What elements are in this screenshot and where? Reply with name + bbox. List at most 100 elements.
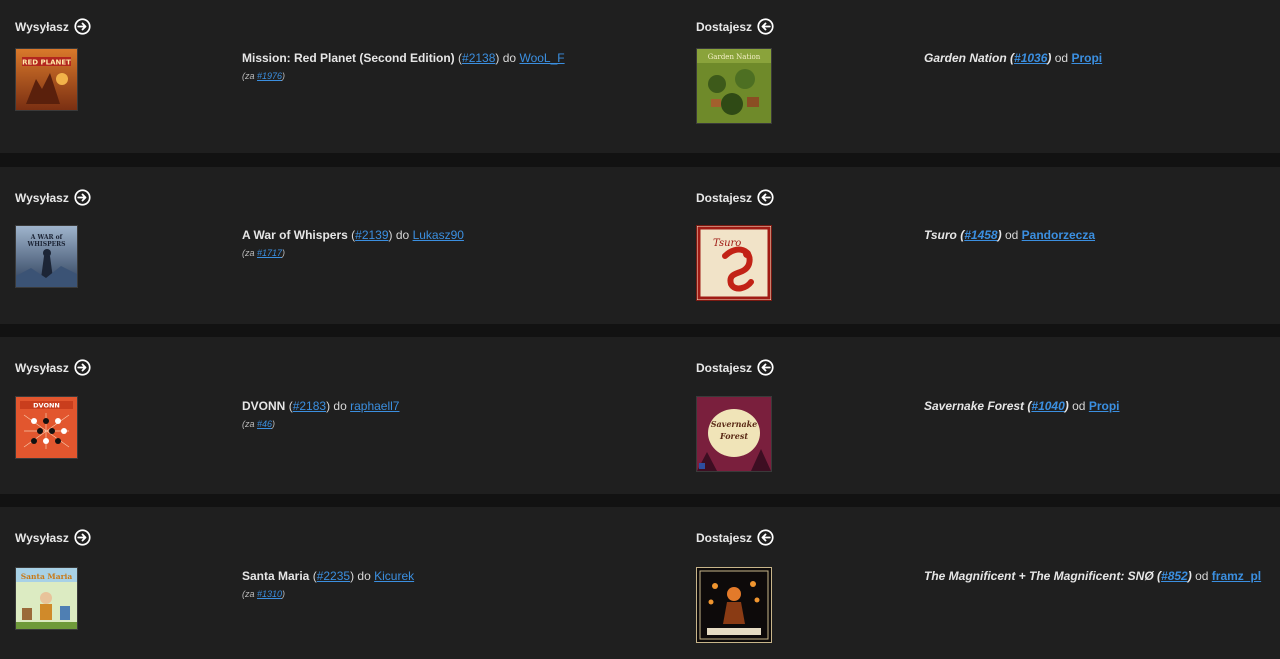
receive-section: Dostajesz Savernake Forest Savernake Fore… [681, 337, 1280, 494]
game-id-link[interactable]: #852 [1161, 569, 1188, 583]
send-section: Wysyłasz DVONN DVONN (#2183) do raphaell… [0, 337, 681, 494]
send-info: DVONN (#2183) do raphaell7 (za #46) [242, 398, 399, 432]
arrow-right-circle-icon [74, 529, 91, 546]
game-cover-image[interactable]: Garden Nation [696, 48, 772, 124]
arrow-right-circle-icon [74, 189, 91, 206]
game-cover-image[interactable]: Santa Maria [15, 567, 78, 630]
receive-header: Dostajesz [696, 189, 774, 206]
arrow-left-circle-icon [757, 189, 774, 206]
game-cover-image[interactable]: DVONN [15, 396, 78, 459]
to-label: do [357, 569, 371, 583]
send-label: Wysyłasz [15, 190, 69, 205]
svg-text:WHISPERS: WHISPERS [27, 241, 66, 248]
za-link[interactable]: #1976 [257, 71, 282, 81]
svg-text:A WAR of: A WAR of [30, 234, 63, 241]
za-link[interactable]: #46 [257, 419, 272, 429]
from-label: od [1195, 569, 1209, 583]
receive-section: Dostajesz The Magnificent + The Magnific… [681, 507, 1280, 659]
game-title: Santa Maria [242, 569, 310, 583]
send-label: Wysyłasz [15, 360, 69, 375]
za-link[interactable]: #1717 [257, 248, 282, 258]
send-label: Wysyłasz [15, 19, 69, 34]
user-link[interactable]: Propi [1071, 51, 1102, 65]
trade-row: Wysyłasz Santa Maria Santa Maria (#2235)… [0, 507, 1280, 659]
send-label: Wysyłasz [15, 530, 69, 545]
from-label: od [1072, 399, 1086, 413]
game-id-link[interactable]: #2235 [317, 569, 350, 583]
game-title: Garden Nation [924, 51, 1007, 65]
receive-header: Dostajesz [696, 529, 774, 546]
za-link[interactable]: #1310 [257, 589, 282, 599]
game-cover-image[interactable]: RED PLANET [15, 48, 78, 111]
receive-section: Dostajesz Tsuro Tsuro (#1458) od Pandorz… [681, 167, 1280, 324]
send-info: A War of Whispers (#2139) do Lukasz90 (z… [242, 227, 464, 261]
game-title: Mission: Red Planet (Second Edition) [242, 51, 455, 65]
arrow-left-circle-icon [757, 359, 774, 376]
user-link[interactable]: Lukasz90 [413, 228, 464, 242]
svg-text:Garden Nation: Garden Nation [708, 53, 761, 61]
trade-row: Wysyłasz RED PLANET Mission: Red Planet … [0, 0, 1280, 153]
game-id-link[interactable]: #1036 [1014, 51, 1047, 65]
svg-text:Forest: Forest [719, 431, 748, 441]
receive-label: Dostajesz [696, 190, 753, 205]
game-title: The Magnificent + The Magnificent: SNØ [924, 569, 1154, 583]
user-link[interactable]: framz_pl [1212, 569, 1261, 583]
receive-info: Savernake Forest (#1040) od Propi [924, 399, 1120, 413]
receive-info: The Magnificent + The Magnificent: SNØ (… [924, 569, 1262, 583]
receive-header: Dostajesz [696, 18, 774, 35]
arrow-left-circle-icon [757, 529, 774, 546]
receive-info: Tsuro (#1458) od Pandorzecza [924, 228, 1096, 242]
game-id-link[interactable]: #1458 [964, 228, 997, 242]
user-link[interactable]: Pandorzecza [1022, 228, 1095, 242]
user-link[interactable]: Kicurek [374, 569, 414, 583]
from-label: od [1054, 51, 1069, 65]
to-label: do [333, 399, 347, 413]
game-title: Savernake Forest [924, 399, 1025, 413]
arrow-right-circle-icon [74, 359, 91, 376]
trade-list: Wysyłasz RED PLANET Mission: Red Planet … [0, 0, 1280, 659]
game-cover-image[interactable]: Tsuro [696, 225, 772, 301]
trade-row: Wysyłasz DVONN DVONN (#2183) do raphaell… [0, 337, 1280, 494]
za-note: (za #1310) [242, 589, 286, 599]
game-id-link[interactable]: #2183 [293, 399, 326, 413]
receive-header: Dostajesz [696, 359, 774, 376]
svg-text:Santa Maria: Santa Maria [21, 572, 73, 581]
to-label: do [502, 51, 517, 65]
game-id-link[interactable]: #2139 [355, 228, 388, 242]
za-note: (za #1717) [242, 248, 286, 258]
receive-info: Garden Nation (#1036) od Propi [924, 51, 1103, 65]
receive-label: Dostajesz [696, 530, 753, 545]
game-cover-image[interactable]: A WAR of WHISPERS [15, 225, 78, 288]
user-link[interactable]: Propi [1089, 399, 1120, 413]
receive-label: Dostajesz [696, 360, 753, 375]
svg-text:RED PLANET: RED PLANET [22, 59, 71, 67]
arrow-right-circle-icon [74, 18, 91, 35]
game-title: DVONN [242, 399, 286, 413]
game-id-link[interactable]: #1040 [1031, 399, 1064, 413]
za-note: (za #1976) [242, 71, 286, 81]
user-link[interactable]: raphaell7 [350, 399, 399, 413]
user-link[interactable]: WooL_F [519, 51, 564, 65]
send-info: Mission: Red Planet (Second Edition) (#2… [242, 50, 565, 84]
svg-text:DVONN: DVONN [33, 402, 60, 410]
send-section: Wysyłasz A WAR of WHISPERS A War of Whisp… [0, 167, 681, 324]
send-header: Wysyłasz [15, 189, 91, 206]
send-section: Wysyłasz Santa Maria Santa Maria (#2235)… [0, 507, 681, 659]
from-label: od [1004, 228, 1019, 242]
to-label: do [395, 228, 410, 242]
send-header: Wysyłasz [15, 18, 91, 35]
game-title: Tsuro [924, 228, 957, 242]
trade-row: Wysyłasz A WAR of WHISPERS A War of Whisp… [0, 167, 1280, 324]
za-note: (za #46) [242, 419, 276, 429]
send-info: Santa Maria (#2235) do Kicurek (za #1310… [242, 568, 414, 602]
game-cover-image[interactable]: Savernake Forest [696, 396, 772, 472]
send-header: Wysyłasz [15, 359, 91, 376]
game-title: A War of Whispers [242, 228, 348, 242]
receive-section: Dostajesz Garden Nation Garden Nation (#… [681, 0, 1280, 153]
game-id-link[interactable]: #2138 [462, 51, 495, 65]
game-cover-image[interactable] [696, 567, 772, 643]
receive-label: Dostajesz [696, 19, 753, 34]
send-section: Wysyłasz RED PLANET Mission: Red Planet … [0, 0, 681, 153]
svg-text:Savernake: Savernake [711, 419, 758, 429]
arrow-left-circle-icon [757, 18, 774, 35]
